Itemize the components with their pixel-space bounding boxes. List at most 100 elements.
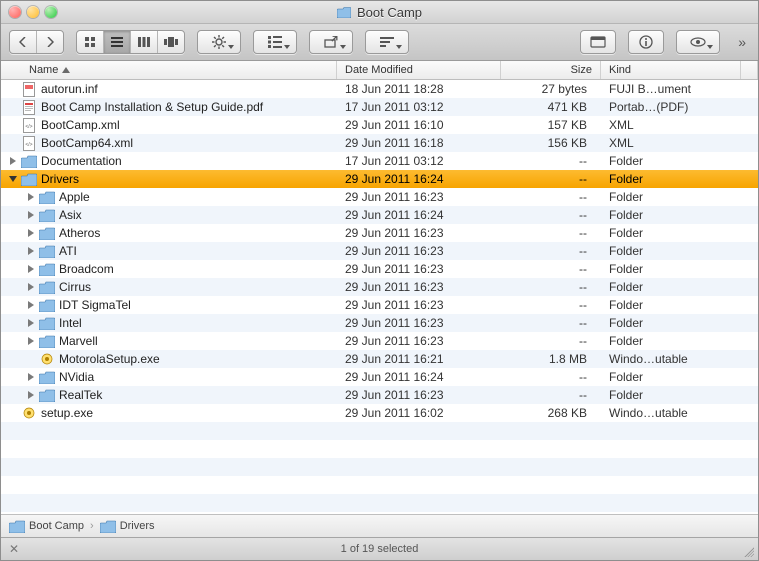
disclosure-triangle[interactable] [25, 265, 37, 273]
empty-row [1, 440, 758, 458]
minimize-button[interactable] [27, 6, 39, 18]
column-header-name[interactable]: Name [1, 61, 337, 79]
disclosure-triangle[interactable] [25, 229, 37, 237]
table-row[interactable]: Cirrus29 Jun 2011 16:23--Folder [1, 278, 758, 296]
empty-row [1, 476, 758, 494]
path-segment[interactable]: Boot Camp [29, 520, 84, 532]
file-name-label: Drivers [41, 172, 79, 186]
file-date-label: 29 Jun 2011 16:21 [337, 352, 501, 366]
table-row[interactable]: Broadcom29 Jun 2011 16:23--Folder [1, 260, 758, 278]
titlebar[interactable]: Boot Camp [1, 1, 758, 24]
table-row[interactable]: Marvell29 Jun 2011 16:23--Folder [1, 332, 758, 350]
disclosure-triangle[interactable] [7, 176, 19, 182]
window-title-text: Boot Camp [357, 5, 422, 20]
disclosure-triangle[interactable] [25, 193, 37, 201]
table-row[interactable]: Drivers29 Jun 2011 16:24--Folder [1, 170, 758, 188]
chevron-right-icon [46, 37, 54, 47]
disclosure-triangle[interactable] [25, 337, 37, 345]
table-row[interactable]: Boot Camp Installation & Setup Guide.pdf… [1, 98, 758, 116]
close-button[interactable] [9, 6, 21, 18]
file-size-label: 157 KB [501, 118, 601, 132]
disclosure-triangle[interactable] [25, 211, 37, 219]
folder-icon [21, 153, 37, 169]
file-kind-label: Folder [601, 262, 758, 276]
info-button[interactable] [629, 31, 663, 53]
file-name-label: Marvell [59, 334, 98, 348]
resize-grip[interactable] [742, 545, 754, 557]
folder-icon [337, 6, 351, 18]
file-size-label: -- [501, 208, 601, 222]
file-date-label: 29 Jun 2011 16:18 [337, 136, 501, 150]
file-date-label: 29 Jun 2011 16:24 [337, 172, 501, 186]
disclosure-triangle[interactable] [25, 373, 37, 381]
arrange-button[interactable] [254, 31, 296, 53]
preview-button[interactable] [677, 31, 719, 53]
file-kind-label: Folder [601, 154, 758, 168]
file-date-label: 29 Jun 2011 16:23 [337, 334, 501, 348]
table-row[interactable]: IDT SigmaTel29 Jun 2011 16:23--Folder [1, 296, 758, 314]
file-kind-label: Portab…(PDF) [601, 100, 758, 114]
disclosure-triangle[interactable] [7, 157, 19, 165]
disclosure-triangle[interactable] [25, 391, 37, 399]
file-date-label: 18 Jun 2011 18:28 [337, 82, 501, 96]
file-size-label: 1.8 MB [501, 352, 601, 366]
action-button[interactable] [198, 31, 240, 53]
chevron-down-icon [284, 45, 290, 49]
list-icon [111, 37, 123, 47]
status-meta-icon[interactable]: ✕ [9, 542, 19, 556]
file-name-label: ATI [59, 244, 77, 258]
path-bar[interactable]: Boot Camp›Drivers [1, 514, 758, 537]
table-row[interactable]: </>BootCamp64.xml29 Jun 2011 16:18156 KB… [1, 134, 758, 152]
view-column-button[interactable] [130, 31, 157, 53]
tags-icon [380, 37, 394, 47]
toolbar: » [1, 24, 758, 61]
zoom-button[interactable] [45, 6, 57, 18]
table-row[interactable]: NVidia29 Jun 2011 16:24--Folder [1, 368, 758, 386]
column-kind-label: Kind [609, 64, 631, 76]
file-name-label: IDT SigmaTel [59, 298, 131, 312]
file-list[interactable]: autorun.inf18 Jun 2011 18:2827 bytesFUJI… [1, 80, 758, 514]
file-icon [21, 81, 37, 97]
file-name-label: Apple [59, 190, 90, 204]
back-button[interactable] [10, 31, 36, 53]
column-header-date[interactable]: Date Modified [337, 61, 501, 79]
table-row[interactable]: RealTek29 Jun 2011 16:23--Folder [1, 386, 758, 404]
view-cover-button[interactable] [157, 31, 184, 53]
share-button[interactable] [310, 31, 352, 53]
file-icon: </> [21, 135, 37, 151]
disclosure-triangle[interactable] [25, 319, 37, 327]
table-row[interactable]: Apple29 Jun 2011 16:23--Folder [1, 188, 758, 206]
traffic-lights [1, 6, 57, 18]
table-row[interactable]: MotorolaSetup.exe29 Jun 2011 16:211.8 MB… [1, 350, 758, 368]
path-segment[interactable]: Drivers [120, 520, 155, 532]
table-row[interactable]: </>BootCamp.xml29 Jun 2011 16:10157 KBXM… [1, 116, 758, 134]
file-size-label: -- [501, 244, 601, 258]
column-date-label: Date Modified [345, 64, 413, 76]
column-header-end [741, 61, 758, 79]
file-date-label: 29 Jun 2011 16:24 [337, 208, 501, 222]
disclosure-triangle[interactable] [25, 247, 37, 255]
table-row[interactable]: ATI29 Jun 2011 16:23--Folder [1, 242, 758, 260]
overflow-button[interactable]: » [732, 34, 750, 50]
file-size-label: -- [501, 190, 601, 204]
table-row[interactable]: autorun.inf18 Jun 2011 18:2827 bytesFUJI… [1, 80, 758, 98]
table-row[interactable]: Atheros29 Jun 2011 16:23--Folder [1, 224, 758, 242]
edit-tags-button[interactable] [366, 31, 408, 53]
table-row[interactable]: Intel29 Jun 2011 16:23--Folder [1, 314, 758, 332]
column-header-size[interactable]: Size [501, 61, 601, 79]
forward-button[interactable] [36, 31, 63, 53]
file-name-label: Intel [59, 316, 82, 330]
view-icon-button[interactable] [77, 31, 103, 53]
table-row[interactable]: setup.exe29 Jun 2011 16:02268 KBWindo…ut… [1, 404, 758, 422]
view-list-button[interactable] [103, 31, 130, 53]
table-row[interactable]: Asix29 Jun 2011 16:24--Folder [1, 206, 758, 224]
file-kind-label: Folder [601, 244, 758, 258]
window-title: Boot Camp [1, 5, 758, 20]
disclosure-triangle[interactable] [25, 283, 37, 291]
table-row[interactable]: Documentation17 Jun 2011 03:12--Folder [1, 152, 758, 170]
file-kind-label: Folder [601, 172, 758, 186]
column-header-kind[interactable]: Kind [601, 61, 741, 79]
quicklook-button[interactable] [581, 31, 615, 53]
file-icon [39, 351, 55, 367]
disclosure-triangle[interactable] [25, 301, 37, 309]
